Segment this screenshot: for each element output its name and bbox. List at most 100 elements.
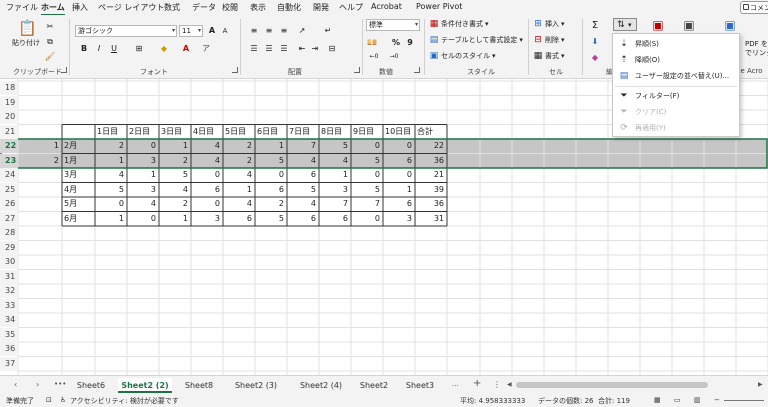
- row-header[interactable]: 36: [0, 342, 18, 356]
- value-cell[interactable]: 0: [351, 139, 383, 153]
- value-cell[interactable]: 4: [287, 197, 319, 211]
- value-cell[interactable]: 3: [191, 212, 223, 226]
- addins-icon[interactable]: ▣: [683, 19, 695, 31]
- decrease-indent-icon[interactable]: ⇤: [296, 43, 308, 54]
- month-cell[interactable]: 5月: [62, 197, 95, 211]
- tab-insert[interactable]: 挿入: [72, 2, 88, 13]
- sheet-tab-sheet3[interactable]: Sheet3: [398, 378, 442, 393]
- tab-automate[interactable]: 自動化: [277, 2, 301, 13]
- value-cell[interactable]: 4: [223, 168, 255, 182]
- normal-view-icon[interactable]: ▦: [654, 396, 661, 404]
- orientation-icon[interactable]: ↗: [296, 25, 308, 36]
- month-cell[interactable]: 2月: [62, 139, 95, 153]
- value-cell[interactable]: 6: [383, 154, 415, 168]
- value-cell[interactable]: 2: [255, 197, 287, 211]
- value-cell[interactable]: 2: [159, 197, 191, 211]
- analyze-data-icon[interactable]: ▣: [652, 19, 664, 31]
- font-color-icon[interactable]: A: [180, 43, 192, 54]
- value-cell[interactable]: 1: [159, 139, 191, 153]
- sort-ascending-item[interactable]: ⇣ 昇順(S): [613, 36, 739, 52]
- alignment-launcher-icon[interactable]: [354, 67, 360, 73]
- table-header-cell[interactable]: 2日目: [127, 125, 159, 139]
- row-header[interactable]: 30: [0, 255, 18, 269]
- value-cell[interactable]: 1: [319, 168, 351, 182]
- value-cell[interactable]: 0: [351, 168, 383, 182]
- value-cell[interactable]: 3: [383, 212, 415, 226]
- value-cell[interactable]: 0: [127, 212, 159, 226]
- value-cell[interactable]: 3: [127, 183, 159, 197]
- value-cell[interactable]: 1: [127, 168, 159, 182]
- increase-indent-icon[interactable]: ⇥: [309, 43, 321, 54]
- value-cell[interactable]: 36: [415, 197, 447, 211]
- page-layout-view-icon[interactable]: ▭: [674, 396, 681, 404]
- wrap-text-icon[interactable]: ↵: [322, 25, 334, 36]
- row-header[interactable]: 35: [0, 327, 18, 342]
- value-cell[interactable]: 0: [127, 139, 159, 153]
- value-cell[interactable]: 0: [255, 168, 287, 182]
- value-cell[interactable]: 4: [223, 197, 255, 211]
- scroll-right-icon[interactable]: ›: [36, 380, 39, 389]
- decrease-decimal-icon[interactable]: →0: [388, 51, 400, 62]
- month-cell[interactable]: 3月: [62, 168, 95, 182]
- percent-style-button[interactable]: %: [390, 37, 402, 48]
- increase-decimal-icon[interactable]: ←0: [368, 51, 380, 62]
- filter-item[interactable]: ⏷ フィルター(F): [613, 88, 739, 104]
- value-cell[interactable]: 0: [351, 212, 383, 226]
- value-cell[interactable]: 6: [319, 212, 351, 226]
- fill-color-icon[interactable]: ◆: [158, 43, 170, 54]
- value-cell[interactable]: 6: [223, 212, 255, 226]
- row-index-cell[interactable]: 2: [18, 154, 62, 168]
- row-header[interactable]: 29: [0, 240, 18, 255]
- row-header[interactable]: 25: [0, 182, 18, 197]
- value-cell[interactable]: 0: [383, 168, 415, 182]
- value-cell[interactable]: 21: [415, 168, 447, 182]
- row-header[interactable]: 22: [0, 139, 18, 153]
- row-header[interactable]: 34: [0, 313, 18, 327]
- table-header-cell[interactable]: 6日目: [255, 125, 287, 139]
- align-right-icon[interactable]: ☰: [278, 43, 290, 54]
- phonetic-icon[interactable]: ア: [200, 43, 212, 54]
- value-cell[interactable]: 1: [159, 212, 191, 226]
- tab-page-layout[interactable]: ページ レイアウト: [98, 2, 164, 13]
- value-cell[interactable]: 39: [415, 183, 447, 197]
- sort-descending-item[interactable]: ⇡ 降順(O): [613, 52, 739, 68]
- value-cell[interactable]: 4: [127, 197, 159, 211]
- custom-sort-item[interactable]: ▤ ユーザー設定の並べ替え(U)...: [613, 68, 739, 84]
- value-cell[interactable]: 5: [255, 154, 287, 168]
- underline-button[interactable]: U: [108, 43, 120, 54]
- table-header-cell[interactable]: 合計: [415, 125, 447, 139]
- grow-font-button[interactable]: A: [206, 25, 218, 36]
- sort-filter-button[interactable]: ⇅ ▾: [613, 18, 637, 31]
- format-cells-button[interactable]: ▦ 書式 ▾: [533, 51, 565, 61]
- tab-review[interactable]: 校閲: [222, 2, 238, 13]
- value-cell[interactable]: 1: [95, 154, 127, 168]
- value-cell[interactable]: 3: [319, 183, 351, 197]
- create-pdf-icon[interactable]: ▣: [724, 19, 736, 31]
- month-cell[interactable]: 4月: [62, 183, 95, 197]
- bold-button[interactable]: B: [78, 43, 90, 54]
- sheet-tab-sheet8[interactable]: Sheet8: [176, 378, 222, 393]
- value-cell[interactable]: 3: [127, 154, 159, 168]
- value-cell[interactable]: 1: [95, 212, 127, 226]
- macro-record-icon[interactable]: ⊡: [46, 396, 52, 404]
- value-cell[interactable]: 5: [159, 168, 191, 182]
- tab-split-icon[interactable]: ⋮: [493, 380, 501, 389]
- value-cell[interactable]: 36: [415, 154, 447, 168]
- page-break-view-icon[interactable]: ▥: [694, 396, 701, 404]
- tab-power-pivot[interactable]: Power Pivot: [416, 2, 462, 11]
- table-header-cell[interactable]: 1日目: [95, 125, 127, 139]
- value-cell[interactable]: 7: [319, 197, 351, 211]
- month-cell[interactable]: 1月: [62, 154, 95, 168]
- value-cell[interactable]: 31: [415, 212, 447, 226]
- value-cell[interactable]: 22: [415, 139, 447, 153]
- value-cell[interactable]: 7: [351, 197, 383, 211]
- row-header[interactable]: 23: [0, 153, 18, 168]
- sheet-tab-sheet2-3[interactable]: Sheet2 (3): [226, 378, 286, 393]
- value-cell[interactable]: 6: [287, 212, 319, 226]
- copy-icon[interactable]: ⧉: [44, 36, 56, 47]
- accounting-format-icon[interactable]: 💴: [366, 37, 378, 48]
- tab-acrobat[interactable]: Acrobat: [371, 2, 402, 11]
- value-cell[interactable]: 6: [383, 197, 415, 211]
- value-cell[interactable]: 4: [95, 168, 127, 182]
- row-header[interactable]: 26: [0, 197, 18, 211]
